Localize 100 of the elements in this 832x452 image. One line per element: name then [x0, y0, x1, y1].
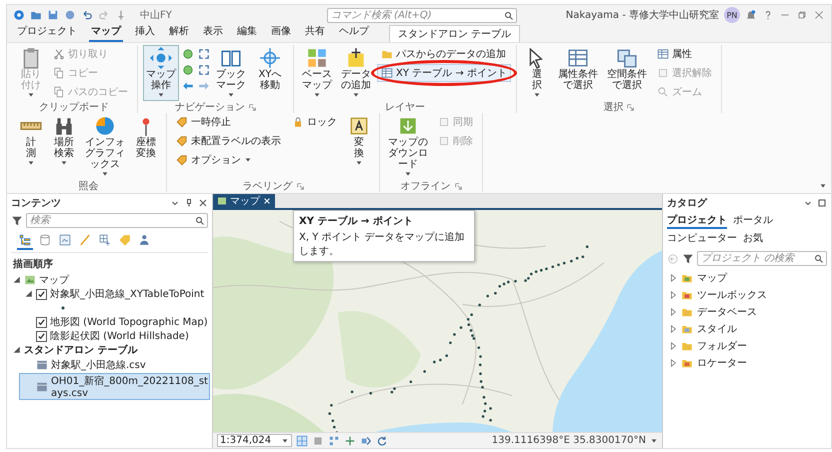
- ribbon-button[interactable]: 属性: [652, 45, 696, 63]
- table-item[interactable]: OH01_新宿_800m_20221108_stays.csv: [19, 373, 210, 400]
- ribbon-button[interactable]: ブックマーク: [213, 45, 249, 101]
- expand-arrow-icon[interactable]: [25, 290, 33, 298]
- pin-icon[interactable]: [184, 198, 194, 208]
- ribbon-button[interactable]: 場所検索: [49, 113, 79, 169]
- command-search-field[interactable]: コマンド検索 (Alt+Q): [326, 8, 517, 22]
- collapse-ribbon-icon[interactable]: [819, 182, 827, 190]
- refresh-icon[interactable]: [376, 434, 388, 446]
- globe-icon[interactable]: [182, 64, 194, 76]
- catalog-item[interactable]: フォルダー: [697, 339, 747, 353]
- avatar[interactable]: PN: [724, 7, 740, 23]
- close-icon[interactable]: [813, 9, 825, 21]
- ribbon-button[interactable]: 計測: [16, 113, 46, 169]
- ribbon-button[interactable]: ロック: [288, 113, 341, 131]
- catalog-item[interactable]: ツールボックス: [697, 288, 767, 302]
- ribbon-button[interactable]: オプション: [172, 151, 256, 169]
- ribbon-button[interactable]: 変換: [344, 113, 374, 169]
- ribbon-button[interactable]: マップ操作: [143, 45, 179, 101]
- checkbox[interactable]: [36, 330, 47, 342]
- map-icon: [24, 274, 36, 286]
- ribbon-button[interactable]: インフォグラフィックス: [82, 113, 128, 180]
- pencil-icon: [78, 233, 92, 247]
- launcher-icon[interactable]: [454, 182, 462, 190]
- checkbox[interactable]: [36, 316, 47, 328]
- ribbon-tab[interactable]: 解析: [167, 23, 191, 42]
- ribbon-tab[interactable]: プロジェクト: [15, 23, 79, 42]
- ribbon-button[interactable]: 選択: [522, 45, 552, 101]
- restore-icon[interactable]: [796, 9, 808, 21]
- checkbox[interactable]: [36, 288, 47, 300]
- ribbon-tab[interactable]: 表示: [201, 23, 225, 42]
- filter-icon[interactable]: [11, 214, 23, 226]
- globe-icon[interactable]: [182, 48, 194, 60]
- search-field[interactable]: プロジェクト の検索: [697, 251, 827, 266]
- ribbon-tab[interactable]: 共有: [303, 23, 327, 42]
- view-button[interactable]: [17, 232, 33, 250]
- ribbon-button[interactable]: ベースマップ: [299, 45, 335, 101]
- folder-icon: [681, 289, 693, 301]
- maximize-icon[interactable]: [817, 198, 827, 208]
- expand-arrow-icon[interactable]: [669, 359, 677, 367]
- folder-icon: [681, 323, 693, 335]
- project-name[interactable]: 中山FY: [140, 8, 172, 22]
- catalog-item[interactable]: データベース: [697, 305, 757, 319]
- expand-arrow-icon[interactable]: [13, 276, 21, 284]
- expand-arrow-icon[interactable]: [669, 342, 677, 350]
- ribbon-button[interactable]: 一時停止: [172, 113, 235, 131]
- table-item[interactable]: 対象駅_小田急線.csv: [19, 357, 210, 373]
- ribbon-tab[interactable]: 画像: [269, 23, 293, 42]
- ribbon-button[interactable]: XYへ移動: [252, 45, 288, 93]
- pane-title: カタログ: [667, 197, 708, 210]
- scissors-icon: [53, 48, 65, 60]
- close-icon[interactable]: [198, 198, 208, 208]
- snapping-icon[interactable]: [360, 434, 372, 446]
- dotted-grid-icon[interactable]: [328, 434, 340, 446]
- catalog-item[interactable]: マップ: [697, 271, 727, 285]
- folder-icon[interactable]: [30, 9, 42, 21]
- group-label: クリップボード: [39, 100, 109, 114]
- ribbon-tab[interactable]: 編集: [235, 23, 259, 42]
- expand-arrows-icon[interactable]: [198, 48, 210, 60]
- ribbon-tab[interactable]: ヘルプ: [337, 23, 371, 42]
- ribbon-button[interactable]: 座標変換: [131, 113, 161, 161]
- expand-arrow-icon[interactable]: [13, 346, 21, 354]
- search-icon: [504, 10, 514, 20]
- expand-arrow-icon[interactable]: [669, 274, 677, 282]
- ribbon-button[interactable]: マップのダウンロード: [385, 113, 431, 180]
- ribbon-button[interactable]: 空間条件で選択: [604, 45, 650, 93]
- catalog-tab[interactable]: プロジェクト: [667, 213, 727, 229]
- back-arrow-icon[interactable]: [182, 80, 194, 92]
- catalog-tab[interactable]: コンピューター: [667, 231, 737, 247]
- launcher-icon[interactable]: [296, 182, 304, 190]
- ribbon-button[interactable]: パスからのデータの追加: [377, 45, 510, 63]
- launcher-icon[interactable]: [249, 104, 256, 110]
- expand-arrow-icon[interactable]: [669, 308, 677, 316]
- ribbon-button[interactable]: データの追加: [338, 45, 374, 101]
- ribbon-button[interactable]: 未配置ラベルの表示: [172, 132, 285, 150]
- launcher-icon[interactable]: [627, 104, 634, 110]
- ribbon-button[interactable]: 属性条件で選択: [554, 45, 601, 93]
- search-field[interactable]: 検索: [26, 213, 208, 228]
- catalog-tab[interactable]: ポータル: [733, 213, 773, 229]
- undo-icon[interactable]: [81, 9, 93, 21]
- magnifier-icon: [656, 86, 669, 98]
- catalog-item[interactable]: スタイル: [697, 322, 737, 336]
- ribbon-tab[interactable]: 挿入: [133, 23, 157, 42]
- bell-icon[interactable]: [745, 9, 757, 21]
- grid-icon[interactable]: [296, 434, 308, 446]
- scale-dropdown[interactable]: 1:374,024: [217, 434, 292, 447]
- ribbon-button[interactable]: XY テーブル → ポイント: [377, 64, 511, 82]
- map-tab[interactable]: マップ: [213, 194, 275, 208]
- ribbon-tab[interactable]: スタンドアロン テーブル: [389, 25, 520, 42]
- expand-arrow-icon[interactable]: [669, 325, 677, 333]
- layer-name: マップ: [39, 274, 69, 287]
- plus-icon[interactable]: [344, 434, 356, 446]
- catalog-tab[interactable]: お気: [743, 231, 763, 247]
- list-icon: [18, 233, 32, 247]
- expand-arrows-icon[interactable]: [198, 64, 210, 76]
- expand-arrow-icon[interactable]: [669, 291, 677, 299]
- filter-icon[interactable]: [682, 252, 694, 264]
- catalog-item[interactable]: ロケーター: [697, 356, 747, 370]
- caret-icon[interactable]: [650, 436, 658, 444]
- globe-icon[interactable]: [64, 9, 76, 21]
